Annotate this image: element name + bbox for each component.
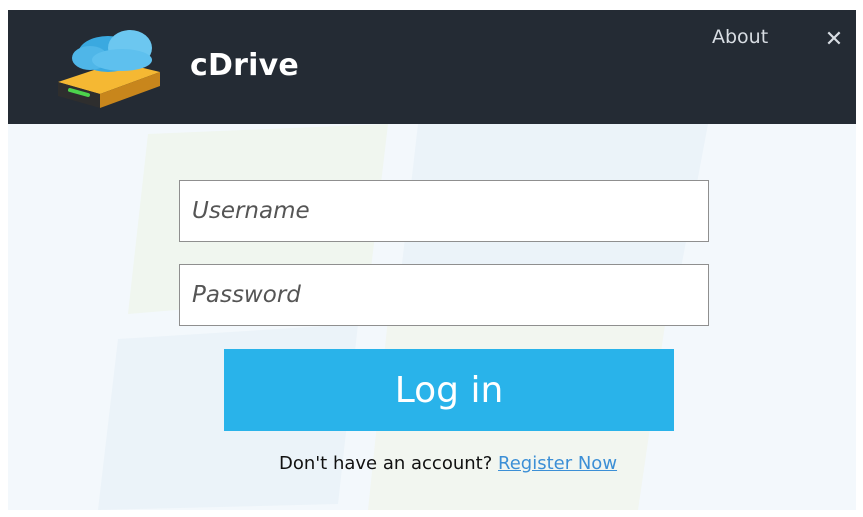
cloud-drive-icon — [58, 30, 160, 108]
password-input[interactable] — [179, 264, 709, 326]
close-icon[interactable]: ✕ — [820, 26, 848, 54]
title-bar: cDrive About ✕ — [8, 10, 856, 124]
register-prompt: Don't have an account? — [278, 453, 493, 474]
register-link[interactable]: Register Now — [498, 453, 617, 474]
login-window: cDrive About ✕ Log in Don't have an acco… — [8, 10, 856, 510]
app-title: cDrive — [190, 48, 299, 83]
about-link[interactable]: About — [712, 26, 768, 48]
login-button[interactable]: Log in — [224, 349, 674, 431]
username-input[interactable] — [179, 180, 709, 242]
register-row: Don't have an account? Register Now — [8, 453, 856, 474]
